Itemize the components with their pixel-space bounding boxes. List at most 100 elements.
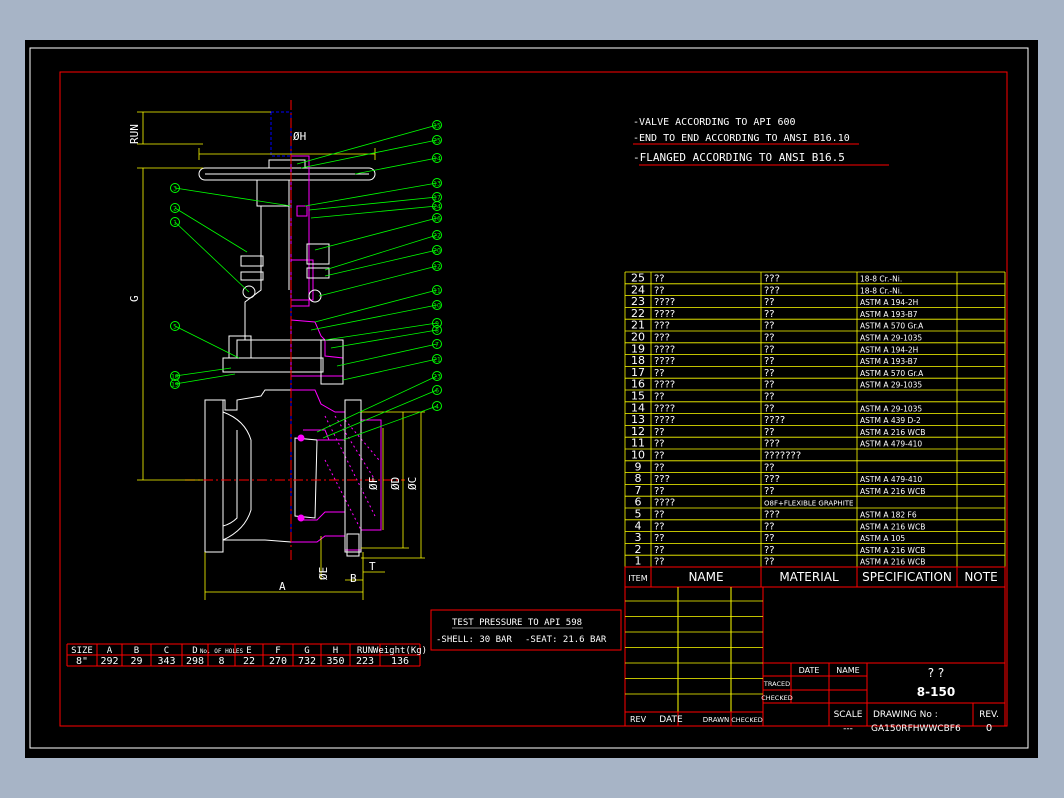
parts-spec: ASTM A 105 bbox=[860, 534, 905, 543]
rev-label: REV. bbox=[979, 710, 999, 720]
parts-material: ??? bbox=[764, 274, 780, 285]
model-number: 8-150 bbox=[917, 685, 955, 699]
dim-table-header: B bbox=[134, 646, 139, 656]
item-balloon-label: 7 bbox=[435, 342, 439, 349]
parts-material: ?? bbox=[764, 344, 775, 355]
leader-line bbox=[174, 373, 236, 385]
parts-spec: ASTM A 193-B7 bbox=[860, 310, 918, 319]
leader-line bbox=[324, 234, 438, 271]
parts-spec: ASTM A 479-410 bbox=[860, 475, 922, 484]
parts-name: ?? bbox=[654, 392, 665, 403]
test-pressure-title: TEST PRESSURE TO API 598 bbox=[452, 618, 582, 628]
test-shell: -SHELL: 30 BAR bbox=[436, 635, 512, 645]
item-balloon-label: 15 bbox=[433, 123, 441, 130]
parts-name: ?? bbox=[654, 486, 665, 497]
parts-spec: 18-8 Cr.-Ni. bbox=[860, 286, 902, 295]
drawing-sheet: -VALVE ACCORDING TO API 600 -END TO END … bbox=[25, 40, 1038, 758]
parts-spec: ASTM A 439 D-2 bbox=[860, 416, 921, 425]
leader-line bbox=[174, 207, 248, 253]
parts-name: ?? bbox=[654, 545, 665, 556]
item-balloon-label: 13 bbox=[433, 181, 441, 188]
item-balloon-label: 21 bbox=[433, 357, 441, 364]
dim-table-value: 270 bbox=[269, 656, 287, 667]
parts-name: ???? bbox=[654, 380, 675, 391]
dim-table-header: RUN bbox=[357, 646, 373, 656]
item-balloon-label: 17 bbox=[433, 195, 441, 202]
item-balloon-label: 19 bbox=[171, 382, 179, 389]
dim-b-label: B bbox=[350, 572, 357, 585]
stem bbox=[270, 111, 292, 157]
leader-line bbox=[324, 249, 438, 277]
leader-line bbox=[322, 389, 438, 439]
leader-line bbox=[354, 157, 438, 175]
parts-name: ?? bbox=[654, 368, 665, 379]
parts-name: ???? bbox=[654, 356, 675, 367]
item-balloon-label: 9 bbox=[435, 321, 439, 328]
yoke bbox=[222, 179, 324, 373]
leader-line bbox=[324, 322, 438, 341]
valve-section-drawing bbox=[185, 100, 405, 560]
note-1: -VALVE ACCORDING TO API 600 bbox=[633, 117, 796, 128]
dim-d-label: ØD bbox=[389, 477, 402, 490]
drawing-no-label: DRAWING No : bbox=[873, 710, 938, 720]
parts-header-cell: ITEM bbox=[628, 574, 647, 583]
cad-drawing: -VALVE ACCORDING TO API 600 -END TO END … bbox=[29, 47, 1029, 749]
dim-table-header: SIZE bbox=[71, 646, 93, 656]
bonnet-section bbox=[290, 155, 344, 385]
parts-spec: ASTM A 479-410 bbox=[860, 440, 922, 449]
scale-label: SCALE bbox=[834, 710, 863, 720]
parts-material: ?? bbox=[764, 380, 775, 391]
title-block-label: NAME bbox=[836, 666, 859, 675]
leader-line bbox=[342, 405, 438, 441]
parts-material: ?? bbox=[764, 356, 775, 367]
parts-material: ?? bbox=[764, 368, 775, 379]
rev-value: 0 bbox=[986, 723, 992, 734]
leader-line bbox=[318, 265, 438, 297]
parts-material: ?? bbox=[764, 557, 775, 568]
parts-spec: ASTM A 216 WCB bbox=[860, 487, 925, 496]
title-block-label: TRACED bbox=[763, 680, 790, 688]
dim-table-value: 298 bbox=[186, 656, 204, 667]
parts-name: ?? bbox=[654, 427, 665, 438]
item-balloon-label: 12 bbox=[433, 264, 441, 271]
valve-body-right-section bbox=[291, 389, 382, 551]
dim-h-label: ØH bbox=[293, 130, 306, 143]
parts-header-cell: SPECIFICATION bbox=[862, 570, 952, 584]
leader-line bbox=[330, 329, 438, 349]
parts-spec: ASTM A 216 WCB bbox=[860, 428, 925, 437]
item-balloon-label: 6 bbox=[435, 388, 439, 395]
dim-t-label: T bbox=[369, 560, 376, 573]
parts-material: ??? bbox=[764, 439, 780, 450]
parts-name: ?? bbox=[654, 274, 665, 285]
parts-item-no: 1 bbox=[635, 555, 642, 568]
dim-table-header: E bbox=[246, 646, 251, 656]
dim-table-value: 350 bbox=[326, 656, 344, 667]
test-pressure-box: TEST PRESSURE TO API 598 -SHELL: 30 BAR … bbox=[430, 609, 622, 651]
parts-name: ??? bbox=[654, 321, 670, 332]
parts-name: ??? bbox=[654, 333, 670, 344]
parts-name: ?? bbox=[654, 510, 665, 521]
parts-material: ?? bbox=[764, 486, 775, 497]
item-balloon-label: 16 bbox=[433, 216, 441, 223]
parts-spec: ASTM A 570 Gr.A bbox=[860, 322, 924, 331]
title-block-label: CHECKED bbox=[761, 694, 792, 702]
dim-table-value: 343 bbox=[157, 656, 175, 667]
dim-table-value: 8 bbox=[218, 656, 224, 667]
parts-spec: ASTM A 29-1035 bbox=[860, 334, 922, 343]
item-balloon-label: 4 bbox=[435, 404, 439, 411]
leader-line bbox=[342, 358, 438, 381]
dim-a-label: A bbox=[279, 580, 286, 593]
rev-col-header: DRAWN bbox=[703, 716, 730, 724]
item-balloon-label: 5 bbox=[173, 324, 177, 331]
parts-material: ??????? bbox=[764, 451, 801, 462]
parts-material: ?? bbox=[764, 462, 775, 473]
dim-table-value: 29 bbox=[130, 656, 142, 667]
title-block: REV DATE DRAWN CHECKEDDATE NAMETRACEDCHECKED… bbox=[624, 586, 1006, 734]
item-balloon-label: 14 bbox=[433, 156, 441, 163]
item-balloon-label: 1 bbox=[173, 220, 177, 227]
parts-spec: ASTM A 182 F6 bbox=[860, 511, 917, 520]
leader-line bbox=[174, 221, 250, 293]
item-balloon-label: 11 bbox=[433, 288, 441, 295]
dim-table-value: 223 bbox=[356, 656, 374, 667]
parts-spec: ASTM A 29-1035 bbox=[860, 404, 922, 413]
